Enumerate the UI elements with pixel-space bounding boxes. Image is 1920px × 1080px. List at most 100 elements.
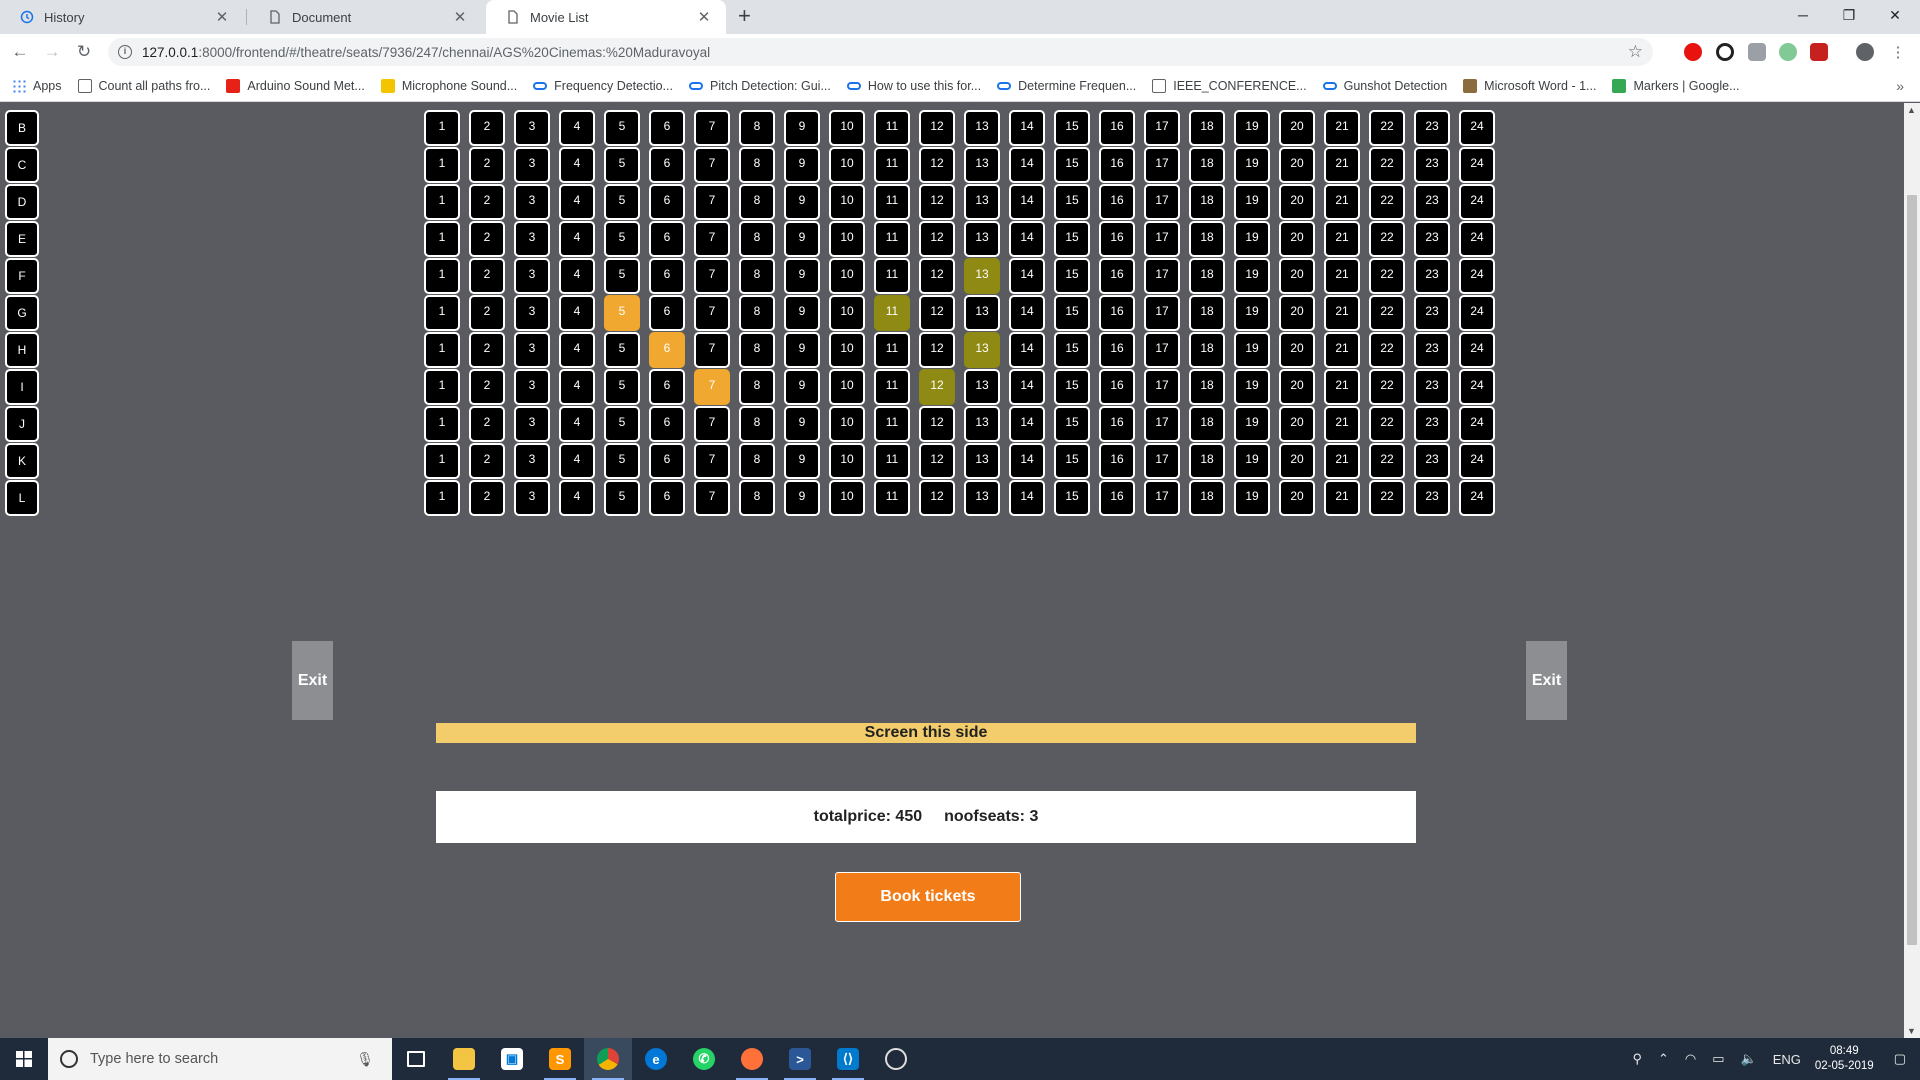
seat-g-4[interactable]: 4 — [559, 295, 595, 331]
seat-i-5[interactable]: 5 — [604, 369, 640, 405]
seat-f-14[interactable]: 14 — [1009, 258, 1045, 294]
seat-b-9[interactable]: 9 — [784, 110, 820, 146]
seat-k-12[interactable]: 12 — [919, 443, 955, 479]
seat-i-10[interactable]: 10 — [829, 369, 865, 405]
seat-c-9[interactable]: 9 — [784, 147, 820, 183]
seat-j-19[interactable]: 19 — [1234, 406, 1270, 442]
obs-icon[interactable] — [872, 1038, 920, 1080]
seat-i-2[interactable]: 2 — [469, 369, 505, 405]
seat-h-2[interactable]: 2 — [469, 332, 505, 368]
seat-i-21[interactable]: 21 — [1324, 369, 1360, 405]
seat-d-9[interactable]: 9 — [784, 184, 820, 220]
seat-k-24[interactable]: 24 — [1459, 443, 1495, 479]
close-window-icon[interactable]: ✕ — [1872, 0, 1918, 30]
seat-l-22[interactable]: 22 — [1369, 480, 1405, 516]
bookmark-item[interactable]: Frequency Detectio... — [533, 79, 673, 93]
seat-f-3[interactable]: 3 — [514, 258, 550, 294]
seat-c-7[interactable]: 7 — [694, 147, 730, 183]
bookmark-item[interactable]: Arduino Sound Met... — [226, 78, 365, 93]
seat-b-13[interactable]: 13 — [964, 110, 1000, 146]
seat-l-9[interactable]: 9 — [784, 480, 820, 516]
seat-j-16[interactable]: 16 — [1099, 406, 1135, 442]
seat-j-18[interactable]: 18 — [1189, 406, 1225, 442]
seat-f-10[interactable]: 10 — [829, 258, 865, 294]
seat-h-3[interactable]: 3 — [514, 332, 550, 368]
seat-d-22[interactable]: 22 — [1369, 184, 1405, 220]
seat-d-16[interactable]: 16 — [1099, 184, 1135, 220]
seat-d-24[interactable]: 24 — [1459, 184, 1495, 220]
seat-g-16[interactable]: 16 — [1099, 295, 1135, 331]
seat-e-19[interactable]: 19 — [1234, 221, 1270, 257]
seat-d-2[interactable]: 2 — [469, 184, 505, 220]
seat-k-19[interactable]: 19 — [1234, 443, 1270, 479]
seat-b-16[interactable]: 16 — [1099, 110, 1135, 146]
seat-c-19[interactable]: 19 — [1234, 147, 1270, 183]
seat-g-19[interactable]: 19 — [1234, 295, 1270, 331]
seat-b-17[interactable]: 17 — [1144, 110, 1180, 146]
book-tickets-button[interactable]: Book tickets — [835, 872, 1021, 922]
store-icon[interactable]: ▣ — [488, 1038, 536, 1080]
seat-k-3[interactable]: 3 — [514, 443, 550, 479]
more-bookmarks-icon[interactable]: » — [1896, 78, 1904, 94]
bookmark-item[interactable]: How to use this for... — [846, 79, 981, 93]
seat-i-6[interactable]: 6 — [649, 369, 685, 405]
seat-g-24[interactable]: 24 — [1459, 295, 1495, 331]
seat-i-4[interactable]: 4 — [559, 369, 595, 405]
seat-j-10[interactable]: 10 — [829, 406, 865, 442]
seat-l-11[interactable]: 11 — [874, 480, 910, 516]
seat-l-1[interactable]: 1 — [424, 480, 460, 516]
page-scrollbar[interactable]: ▲ ▼ — [1904, 103, 1920, 1038]
reload-icon[interactable]: ↻ — [72, 40, 96, 64]
bookmark-item[interactable]: Microphone Sound... — [380, 78, 517, 93]
seat-j-13[interactable]: 13 — [964, 406, 1000, 442]
chrome-icon[interactable] — [584, 1038, 632, 1080]
seat-g-12[interactable]: 12 — [919, 295, 955, 331]
seat-e-13[interactable]: 13 — [964, 221, 1000, 257]
seat-j-17[interactable]: 17 — [1144, 406, 1180, 442]
seat-j-24[interactable]: 24 — [1459, 406, 1495, 442]
seat-f-18[interactable]: 18 — [1189, 258, 1225, 294]
seat-h-10[interactable]: 10 — [829, 332, 865, 368]
bookmark-item[interactable]: Pitch Detection: Gui... — [688, 79, 831, 93]
seat-e-12[interactable]: 12 — [919, 221, 955, 257]
tab-document[interactable]: Document ✕ — [248, 0, 482, 34]
forward-arrow-icon[interactable]: → — [40, 40, 64, 64]
seat-c-10[interactable]: 10 — [829, 147, 865, 183]
seat-c-24[interactable]: 24 — [1459, 147, 1495, 183]
seat-i-1[interactable]: 1 — [424, 369, 460, 405]
seat-k-23[interactable]: 23 — [1414, 443, 1450, 479]
seat-g-7[interactable]: 7 — [694, 295, 730, 331]
seat-h-11[interactable]: 11 — [874, 332, 910, 368]
seat-c-3[interactable]: 3 — [514, 147, 550, 183]
seat-f-2[interactable]: 2 — [469, 258, 505, 294]
seat-c-13[interactable]: 13 — [964, 147, 1000, 183]
seat-e-5[interactable]: 5 — [604, 221, 640, 257]
seat-e-3[interactable]: 3 — [514, 221, 550, 257]
seat-j-12[interactable]: 12 — [919, 406, 955, 442]
battery-icon[interactable]: ▭ — [1712, 1051, 1724, 1067]
seat-i-19[interactable]: 19 — [1234, 369, 1270, 405]
seat-e-8[interactable]: 8 — [739, 221, 775, 257]
seat-b-8[interactable]: 8 — [739, 110, 775, 146]
seat-l-23[interactable]: 23 — [1414, 480, 1450, 516]
seat-l-8[interactable]: 8 — [739, 480, 775, 516]
seat-e-20[interactable]: 20 — [1279, 221, 1315, 257]
seat-d-7[interactable]: 7 — [694, 184, 730, 220]
seat-j-6[interactable]: 6 — [649, 406, 685, 442]
seat-g-10[interactable]: 10 — [829, 295, 865, 331]
seat-k-8[interactable]: 8 — [739, 443, 775, 479]
seat-k-20[interactable]: 20 — [1279, 443, 1315, 479]
taskbar-search-box[interactable]: Type here to search 🎙 — [48, 1038, 392, 1080]
seat-l-17[interactable]: 17 — [1144, 480, 1180, 516]
seat-c-8[interactable]: 8 — [739, 147, 775, 183]
bookmark-item[interactable]: Gunshot Detection — [1322, 79, 1447, 93]
seat-c-15[interactable]: 15 — [1054, 147, 1090, 183]
seat-j-7[interactable]: 7 — [694, 406, 730, 442]
sync-extension-icon[interactable] — [1716, 43, 1734, 61]
seat-h-4[interactable]: 4 — [559, 332, 595, 368]
seat-g-21[interactable]: 21 — [1324, 295, 1360, 331]
seat-l-15[interactable]: 15 — [1054, 480, 1090, 516]
seat-j-21[interactable]: 21 — [1324, 406, 1360, 442]
seat-l-6[interactable]: 6 — [649, 480, 685, 516]
seat-e-4[interactable]: 4 — [559, 221, 595, 257]
